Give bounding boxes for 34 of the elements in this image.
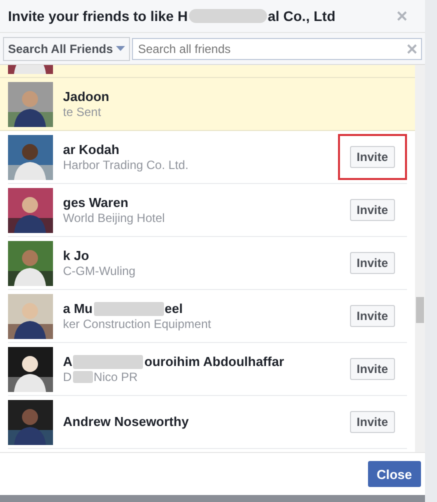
friend-name: A <box>63 354 72 369</box>
blurred-text <box>72 371 93 383</box>
friend-name: eel <box>164 301 183 316</box>
invite-button[interactable]: Invite <box>350 199 395 221</box>
search-scope-dropdown[interactable]: Search All Friends <box>3 36 130 60</box>
friend-name: Jadoon <box>63 89 110 104</box>
friend-detail: C-GM-Wuling <box>63 264 136 278</box>
blurred-text <box>94 302 164 316</box>
close-icon[interactable] <box>397 11 407 21</box>
dialog-title: al Co., Ltd <box>268 8 336 24</box>
friend-detail: World Beijing Hotel <box>63 211 165 225</box>
friend-detail: D <box>63 370 72 384</box>
invite-button[interactable]: Invite <box>350 252 395 274</box>
invite-button[interactable]: Invite <box>350 411 395 433</box>
close-button[interactable]: Close <box>368 461 421 487</box>
friend-name: a Mu <box>63 301 93 316</box>
friend-detail: Harbor Trading Co. Ltd. <box>63 158 188 172</box>
search-field[interactable]: Search all friends <box>132 38 422 60</box>
invite-button[interactable]: Invite <box>350 305 395 327</box>
invite-button[interactable]: Invite <box>350 146 395 168</box>
clear-icon[interactable] <box>407 44 417 54</box>
scrollbar[interactable] <box>415 65 425 452</box>
friend-name: k Jo <box>63 248 90 263</box>
friend-name: Andrew Noseworthy <box>63 414 189 429</box>
invite-button[interactable]: Invite <box>350 358 395 380</box>
friend-name: ouroihim Abdoulhaffar <box>144 354 284 369</box>
friend-name: ar Kodah <box>63 142 120 157</box>
dialog-title: Invite your friends to like H <box>8 8 188 24</box>
friend-detail: Nico PR <box>94 370 138 384</box>
blurred-text <box>73 354 144 368</box>
friend-name: ges Waren <box>63 195 128 210</box>
friend-detail: te Sent <box>63 105 102 119</box>
friend-detail: ker Construction Equipment <box>63 317 212 331</box>
caret-icon <box>116 46 125 51</box>
